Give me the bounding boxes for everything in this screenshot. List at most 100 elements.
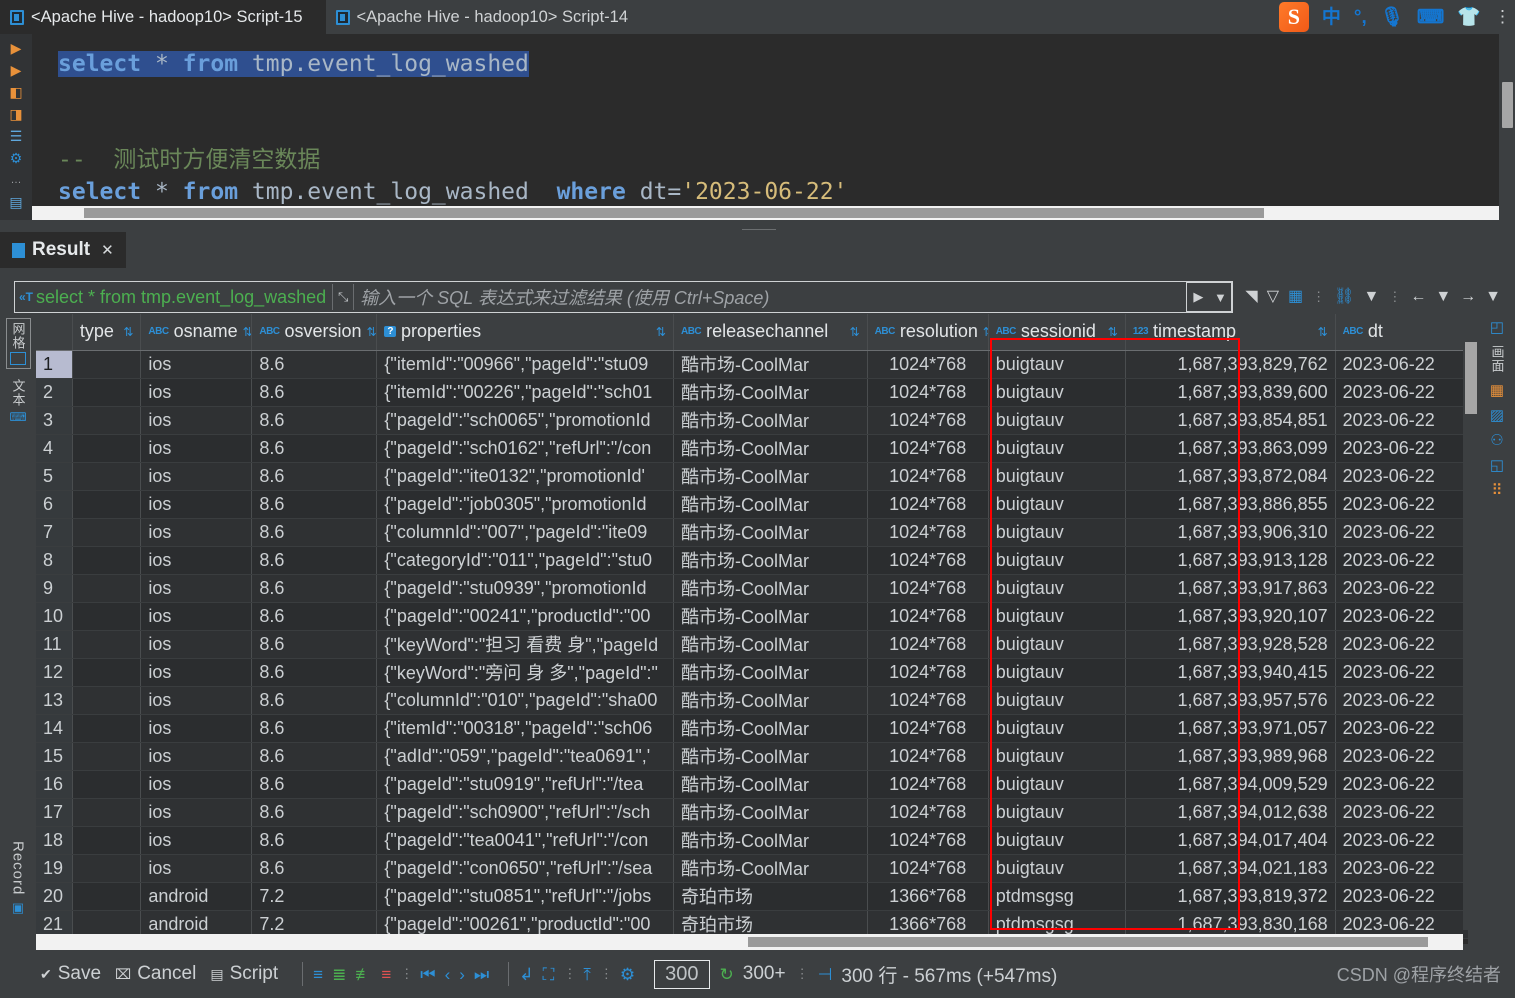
cell-timestamp[interactable]: 1,687,393,913,128 — [1125, 546, 1336, 575]
sort-icon-sessionid[interactable]: ⇅ — [1108, 325, 1118, 339]
cell-rownum[interactable]: 7 — [36, 518, 73, 547]
arrow-left-icon[interactable]: ← — [1410, 289, 1426, 305]
cell-resolution[interactable]: 1024*768 — [867, 826, 989, 855]
cell-sessionid[interactable]: buigtauv — [988, 434, 1126, 463]
cell-osname[interactable]: ios — [140, 686, 253, 715]
cell-releasechannel[interactable]: 酷市场-CoolMar — [673, 742, 868, 771]
cell-properties[interactable]: {"pageId":"sch0900","refUrl":"/sch — [376, 798, 674, 827]
table-row[interactable]: 6 ios 8.6 {"pageId":"job0305","promotionId 酷… — [36, 490, 1468, 519]
cell-resolution[interactable]: 1024*768 — [867, 546, 989, 575]
table-row[interactable]: 19 ios 8.6 {"pageId":"con0650","refUrl":"/s… — [36, 854, 1468, 883]
cell-type[interactable] — [72, 602, 142, 631]
cell-osversion[interactable]: 8.6 — [251, 742, 378, 771]
cell-dt[interactable]: 2023-06-22 — [1335, 630, 1468, 659]
table-row[interactable]: 16 ios 8.6 {"pageId":"stu0919","refUrl":"/t… — [36, 770, 1468, 799]
cell-dt[interactable]: 2023-06-22 — [1335, 686, 1468, 715]
cell-timestamp[interactable]: 1,687,393,886,855 — [1125, 490, 1336, 519]
cell-rownum[interactable]: 9 — [36, 574, 73, 603]
cell-osname[interactable]: ios — [140, 602, 253, 631]
col-header-resolution[interactable]: ABC resolution ⇅ — [867, 314, 989, 351]
cell-rownum[interactable]: 19 — [36, 854, 73, 883]
cell-sessionid[interactable]: buigtauv — [988, 602, 1126, 631]
cell-releasechannel[interactable]: 酷市场-CoolMar — [673, 378, 868, 407]
editor-vertical-scroll-thumb[interactable] — [1502, 82, 1513, 128]
cell-osversion[interactable]: 8.6 — [251, 714, 378, 743]
cell-rownum[interactable]: 4 — [36, 434, 73, 463]
cell-osversion[interactable]: 8.6 — [251, 350, 378, 379]
tab-script-15[interactable]: <Apache Hive - hadoop10> Script-15 — [0, 0, 326, 34]
cell-timestamp[interactable]: 1,687,393,917,863 — [1125, 574, 1336, 603]
file-export-icon[interactable]: ▤ — [7, 195, 25, 210]
layout-icon[interactable]: ◰ — [1490, 320, 1504, 335]
sort-icon-releasechannel[interactable]: ⇅ — [850, 325, 860, 339]
cell-sessionid[interactable]: buigtauv — [988, 518, 1126, 547]
cell-releasechannel[interactable]: 酷市场-CoolMar — [673, 826, 868, 855]
cell-resolution[interactable]: 1024*768 — [867, 378, 989, 407]
cell-resolution[interactable]: 1024*768 — [867, 630, 989, 659]
cell-timestamp[interactable]: 1,687,393,920,107 — [1125, 602, 1336, 631]
cell-osname[interactable]: ios — [140, 518, 253, 547]
cell-rownum[interactable]: 16 — [36, 770, 73, 799]
cell-timestamp[interactable]: 1,687,393,957,576 — [1125, 686, 1336, 715]
next-page-icon[interactable]: › — [459, 966, 465, 983]
col-header-sessionid[interactable]: ABC sessionid ⇅ — [988, 314, 1126, 351]
cell-sessionid[interactable]: buigtauv — [988, 658, 1126, 687]
table-row[interactable]: 10 ios 8.6 {"pageId":"00241","productId":"0… — [36, 602, 1468, 631]
cell-resolution[interactable]: 1024*768 — [867, 686, 989, 715]
cell-osname[interactable]: ios — [140, 798, 253, 827]
script-icon[interactable]: ◧ — [7, 84, 25, 99]
cell-timestamp[interactable]: 1,687,393,863,099 — [1125, 434, 1336, 463]
cell-releasechannel[interactable]: 酷市场-CoolMar — [673, 630, 868, 659]
cell-resolution[interactable]: 1024*768 — [867, 574, 989, 603]
cell-osversion[interactable]: 8.6 — [251, 546, 378, 575]
cell-timestamp[interactable]: 1,687,393,854,851 — [1125, 406, 1336, 435]
overflow-dots-icon-2[interactable]: ⋮ — [1388, 289, 1401, 305]
cell-osname[interactable]: ios — [140, 434, 253, 463]
run-add-icon[interactable]: ▶ — [7, 62, 25, 77]
cell-dt[interactable]: 2023-06-22 — [1335, 378, 1468, 407]
cell-osversion[interactable]: 8.6 — [251, 826, 378, 855]
table-row[interactable]: 18 ios 8.6 {"pageId":"tea0041","refUrl":"/c… — [36, 826, 1468, 855]
cell-osname[interactable]: ios — [140, 546, 253, 575]
tab-result[interactable]: Result ✕ — [0, 232, 126, 268]
cell-dt[interactable]: 2023-06-22 — [1335, 742, 1468, 771]
cell-sessionid[interactable]: buigtauv — [988, 714, 1126, 743]
cell-osname[interactable]: ios — [140, 714, 253, 743]
cell-rownum[interactable]: 2 — [36, 378, 73, 407]
cell-timestamp[interactable]: 1,687,393,872,084 — [1125, 462, 1336, 491]
first-page-icon[interactable]: ⏮ — [420, 966, 435, 983]
filter-run-button[interactable]: ▶ ▼ — [1186, 282, 1233, 312]
chevron-down-icon[interactable]: ▼ — [1363, 289, 1379, 305]
clone-row-icon[interactable]: ≢ — [355, 966, 372, 983]
expand-icon[interactable]: ⤡ — [332, 284, 355, 310]
cell-properties[interactable]: {"pageId":"stu0919","refUrl":"/tea — [376, 770, 674, 799]
grid-view-toggle[interactable]: 网格 — [5, 318, 31, 369]
overflow-dots-icon[interactable]: ⋮ — [1312, 289, 1325, 305]
cell-osversion[interactable]: 8.6 — [251, 490, 378, 519]
chevron-down-icon-run[interactable]: ▼ — [1209, 290, 1231, 305]
cell-sessionid[interactable]: ptdmsgsg — [988, 882, 1126, 911]
cell-dt[interactable]: 2023-06-22 — [1335, 406, 1468, 435]
cell-timestamp[interactable]: 1,687,393,989,968 — [1125, 742, 1336, 771]
table-row[interactable]: 12 ios 8.6 {"keyWord":"旁问 身 多","pageId":" 酷市… — [36, 658, 1468, 687]
cell-releasechannel[interactable]: 酷市场-CoolMar — [673, 602, 868, 631]
close-icon-result[interactable]: ✕ — [101, 241, 114, 259]
cell-timestamp[interactable]: 1,687,393,839,600 — [1125, 378, 1336, 407]
cell-releasechannel[interactable]: 酷市场-CoolMar — [673, 434, 868, 463]
col-header-osversion[interactable]: ABC osversion ⇅ — [251, 314, 378, 351]
cell-sessionid[interactable]: buigtauv — [988, 686, 1126, 715]
split-view-icon[interactable]: ◱ — [1490, 458, 1504, 473]
cell-properties[interactable]: {"columnId":"010","pageId":"sha00 — [376, 686, 674, 715]
cell-dt[interactable]: 2023-06-22 — [1335, 434, 1468, 463]
col-header-timestamp[interactable]: 123 timestamp ⇅ — [1125, 314, 1336, 351]
table-row[interactable]: 15 ios 8.6 {"adId":"059","pageId":"tea0691"… — [36, 742, 1468, 771]
skin-icon[interactable]: 👕 — [1457, 8, 1481, 27]
cell-type[interactable] — [72, 462, 142, 491]
grid-vertical-scroll-thumb[interactable] — [1465, 342, 1477, 414]
cell-properties[interactable]: {"itemId":"00226","pageId":"sch01 — [376, 378, 674, 407]
sort-icon-properties[interactable]: ⇅ — [656, 325, 666, 339]
col-header-type[interactable]: type ⇅ — [72, 314, 142, 351]
cell-sessionid[interactable]: buigtauv — [988, 350, 1126, 379]
cell-osname[interactable]: ios — [140, 658, 253, 687]
table-row[interactable]: 17 ios 8.6 {"pageId":"sch0900","refUrl":"/s… — [36, 798, 1468, 827]
